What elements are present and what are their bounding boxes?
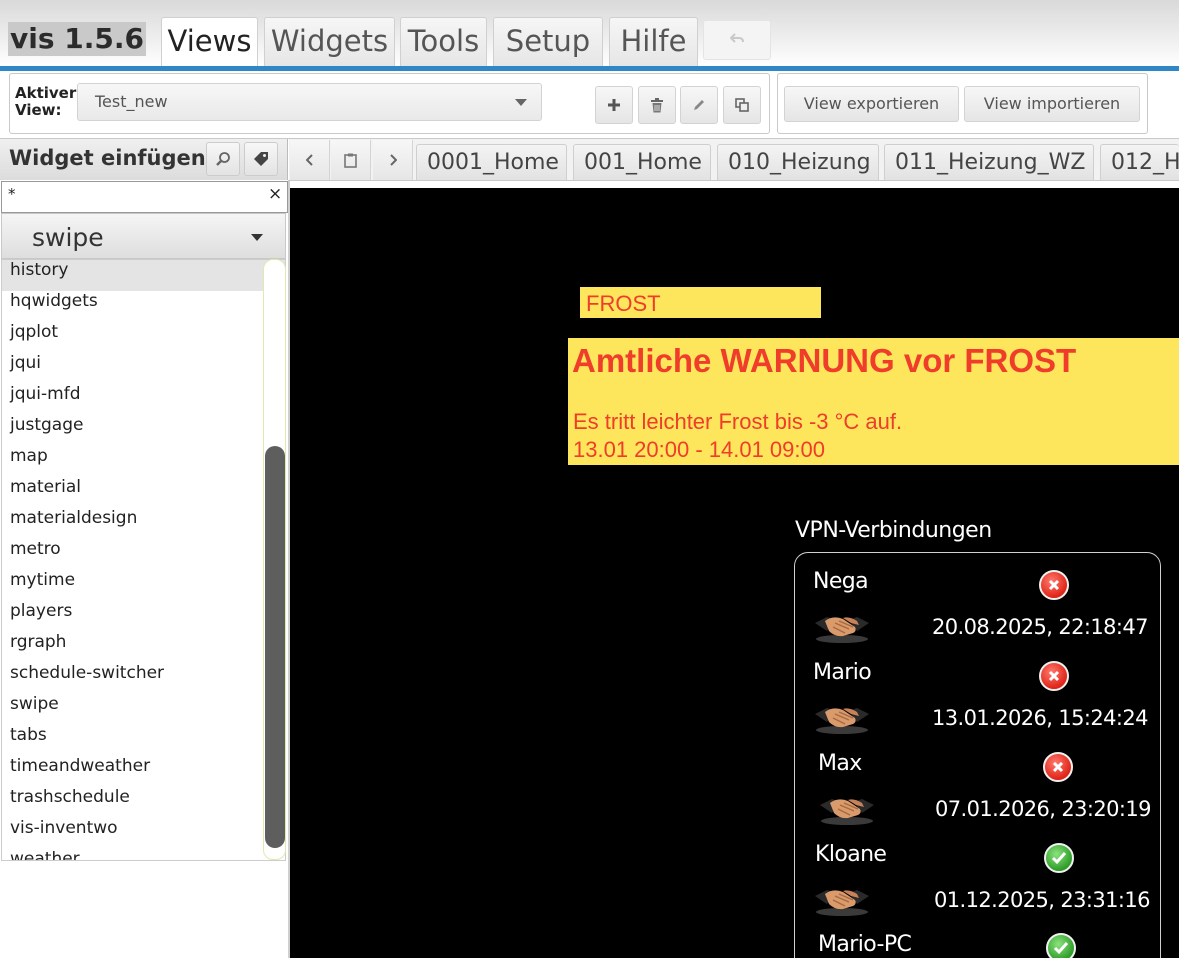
prev-tab-button[interactable] bbox=[290, 140, 330, 180]
vpn-last-seen: 01.12.2025, 23:31:16 bbox=[934, 888, 1151, 912]
copy-view-button[interactable] bbox=[723, 86, 761, 124]
pencil-icon bbox=[694, 100, 704, 110]
handshake-icon bbox=[813, 700, 871, 736]
check-icon bbox=[1044, 843, 1074, 873]
search-widget-button[interactable] bbox=[206, 142, 240, 176]
active-view-label: Aktiver View: bbox=[15, 84, 77, 119]
widget-set-item[interactable]: tabs bbox=[2, 725, 285, 756]
widget-set-item[interactable]: schedule-switcher bbox=[2, 663, 285, 694]
widget-set-select[interactable]: swipe bbox=[1, 213, 286, 259]
export-view-button[interactable]: View exportieren bbox=[784, 86, 959, 122]
warning-description: Es tritt leichter Frost bis -3 °C auf. bbox=[573, 409, 903, 434]
error-icon bbox=[1043, 752, 1073, 782]
tab-widgets[interactable]: Widgets bbox=[264, 17, 395, 66]
view-tab-011-heizung-wz[interactable]: 011_Heizung_WZ bbox=[884, 144, 1094, 180]
view-tab-010-heizung[interactable]: 010_Heizung bbox=[717, 144, 879, 180]
widget-set-item[interactable]: map bbox=[2, 446, 285, 477]
widget-set-item[interactable]: players bbox=[2, 601, 285, 632]
widget-panel-title: Widget einfügen bbox=[9, 146, 206, 170]
vpn-last-seen: 07.01.2026, 23:20:19 bbox=[935, 797, 1152, 821]
views-list-button[interactable] bbox=[331, 140, 371, 180]
widget-set-list: history hqwidgets jqplot jqui jqui-mfd justga… bbox=[1, 259, 286, 861]
clipboard-icon bbox=[344, 153, 357, 168]
view-tab-001-home[interactable]: 001_Home bbox=[573, 144, 711, 180]
tab-hilfe[interactable]: Hilfe bbox=[609, 17, 698, 66]
vis-editor: vis 1.5.6 Views Widgets Tools Setup Hilf… bbox=[0, 0, 1179, 958]
widget-set-item[interactable]: jqplot bbox=[2, 322, 285, 353]
handshake-icon bbox=[813, 882, 871, 918]
rename-view-button[interactable] bbox=[680, 86, 718, 124]
widget-set-item[interactable]: jqui bbox=[2, 353, 285, 384]
scrollbar-thumb[interactable] bbox=[265, 446, 285, 848]
widget-filter-input[interactable]: * bbox=[1, 181, 288, 213]
vpn-user-name: Kloane bbox=[815, 842, 887, 867]
plus-icon bbox=[608, 99, 620, 111]
active-view-value: Test_new bbox=[95, 92, 168, 111]
vpn-user-name: Mario bbox=[813, 660, 872, 685]
undo-button[interactable] bbox=[703, 20, 771, 60]
tab-tools[interactable]: Tools bbox=[400, 17, 487, 66]
view-tab-012-heizung[interactable]: 012_Heizung bbox=[1100, 144, 1179, 180]
search-icon bbox=[216, 152, 230, 166]
widget-set-item[interactable]: metro bbox=[2, 539, 285, 570]
warning-title: Amtliche WARNUNG vor FROST bbox=[572, 342, 1077, 379]
vpn-last-seen: 20.08.2025, 22:18:47 bbox=[932, 615, 1149, 639]
chevron-down-icon bbox=[251, 234, 263, 241]
chevron-right-icon bbox=[389, 154, 397, 166]
widget-set-item[interactable]: jqui-mfd bbox=[2, 384, 285, 415]
widget-set-item[interactable]: swipe bbox=[2, 694, 285, 725]
widget-set-item[interactable]: materialdesign bbox=[2, 508, 285, 539]
widget-set-item[interactable]: timeandweather bbox=[2, 756, 285, 787]
widget-set-item[interactable]: vis-inventwo bbox=[2, 818, 285, 849]
widget-set-item[interactable]: mytime bbox=[2, 570, 285, 601]
vpn-user-name: Nega bbox=[813, 569, 869, 594]
widget-set-item[interactable]: weather bbox=[2, 849, 285, 860]
frost-label[interactable]: FROST bbox=[580, 287, 821, 318]
handshake-icon bbox=[818, 791, 876, 827]
trash-icon bbox=[651, 97, 663, 112]
widget-set-item[interactable]: rgraph bbox=[2, 632, 285, 663]
error-icon bbox=[1039, 570, 1069, 600]
app-title: vis 1.5.6 bbox=[8, 22, 146, 56]
import-view-button[interactable]: View importieren bbox=[964, 86, 1140, 122]
chevron-down-icon bbox=[515, 99, 527, 106]
menu-divider bbox=[0, 66, 1179, 71]
copy-icon bbox=[735, 98, 749, 112]
tab-views[interactable]: Views bbox=[161, 17, 258, 66]
vpn-user-name: Max bbox=[818, 751, 862, 776]
vpn-user-name: Mario-PC bbox=[818, 932, 912, 957]
widget-set-item[interactable]: trashschedule bbox=[2, 787, 285, 818]
next-tab-button[interactable] bbox=[373, 140, 413, 180]
vpn-title: VPN-Verbindungen bbox=[795, 518, 992, 543]
delete-view-button[interactable] bbox=[638, 86, 676, 124]
view-tab-0001-home[interactable]: 0001_Home bbox=[416, 144, 567, 180]
widget-set-item[interactable]: justgage bbox=[2, 415, 285, 446]
clear-filter-icon[interactable]: × bbox=[268, 184, 282, 204]
active-view-select[interactable]: Test_new bbox=[77, 83, 542, 121]
warning-period: 13.01 20:00 - 14.01 09:00 bbox=[573, 437, 825, 462]
add-view-button[interactable] bbox=[595, 86, 633, 124]
undo-icon bbox=[729, 33, 744, 43]
widget-set-item[interactable]: history bbox=[2, 260, 285, 291]
tab-setup[interactable]: Setup bbox=[493, 17, 603, 66]
chevron-left-icon bbox=[305, 154, 313, 166]
tag-icon bbox=[254, 152, 268, 166]
widget-set-value: swipe bbox=[32, 223, 104, 252]
handshake-icon bbox=[813, 609, 871, 645]
tag-widget-button[interactable] bbox=[244, 142, 278, 176]
error-icon bbox=[1039, 661, 1069, 691]
widget-set-item[interactable]: material bbox=[2, 477, 285, 508]
widget-set-item[interactable]: hqwidgets bbox=[2, 291, 285, 322]
vpn-last-seen: 13.01.2026, 15:24:24 bbox=[932, 706, 1149, 730]
check-icon bbox=[1046, 933, 1076, 958]
